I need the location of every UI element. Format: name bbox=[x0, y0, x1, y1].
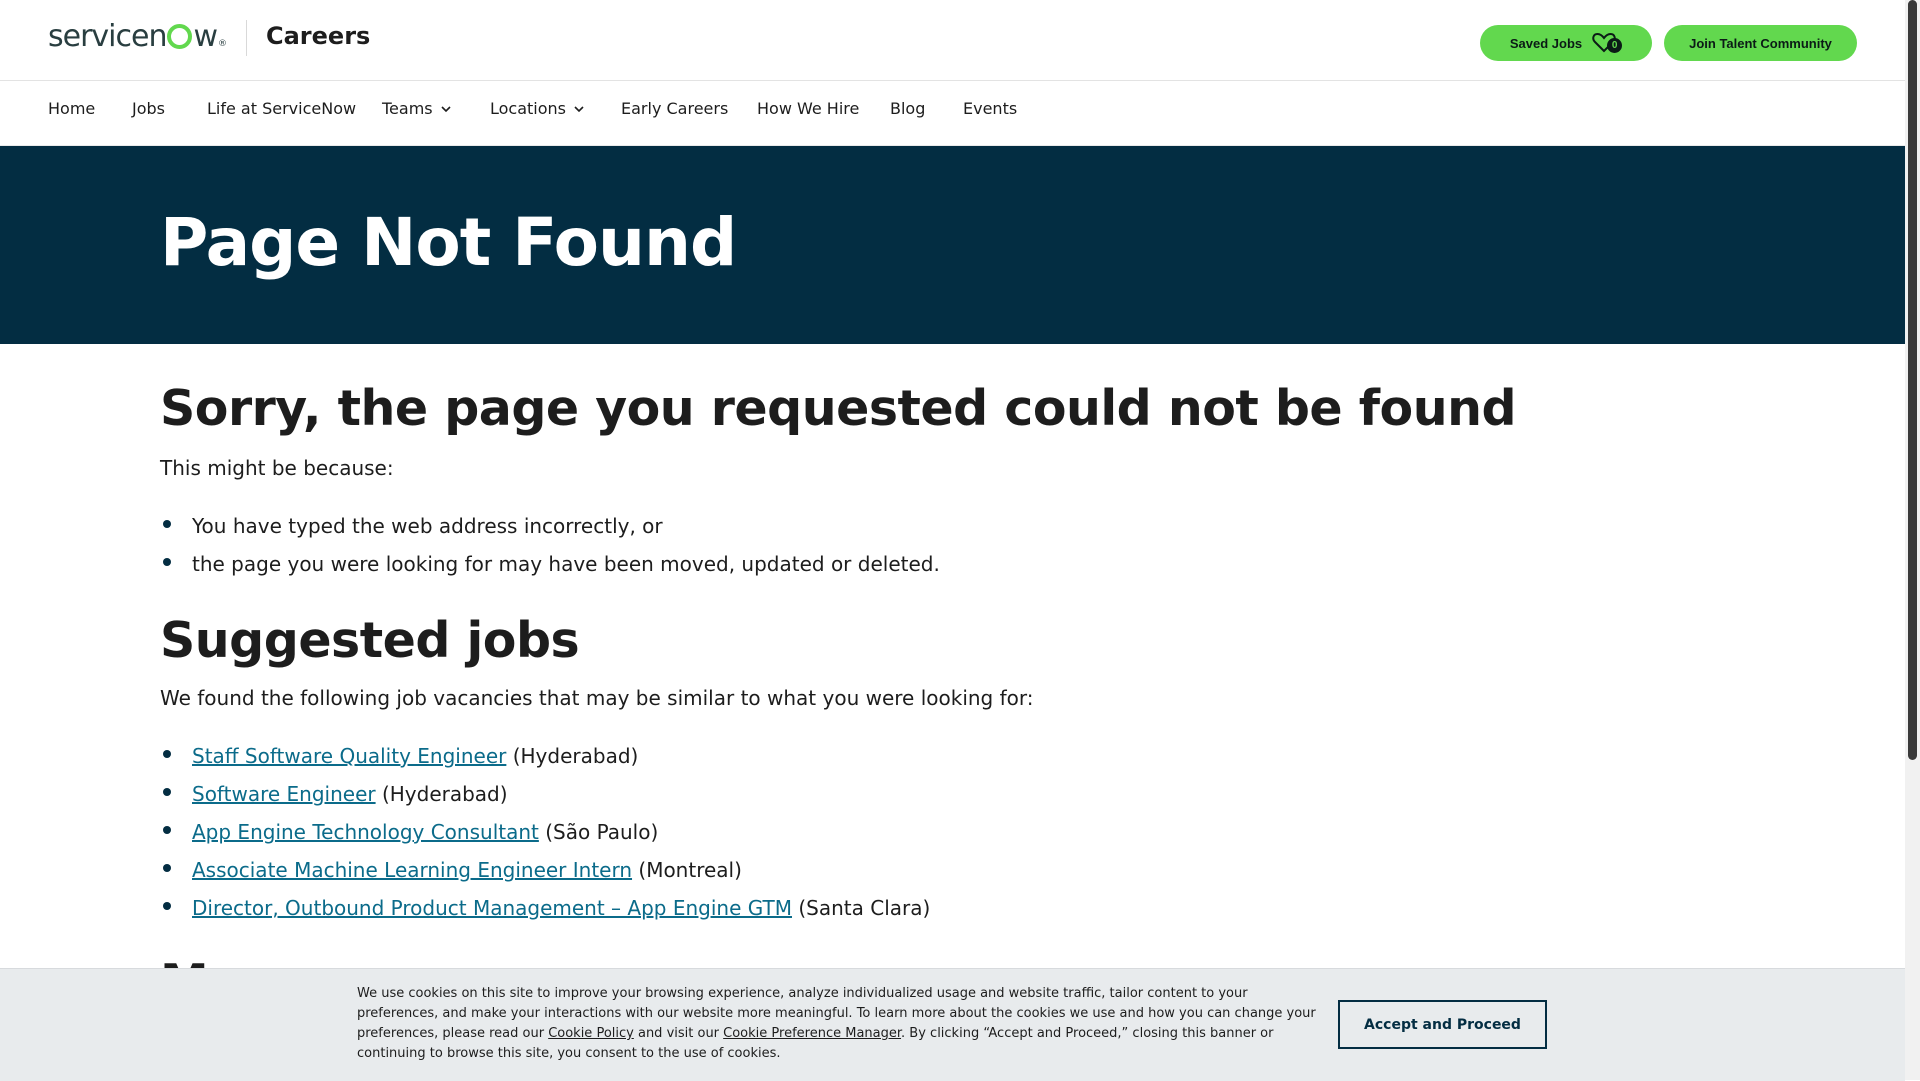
saved-jobs-label: Saved Jobs bbox=[1509, 35, 1583, 51]
bullet-icon bbox=[163, 520, 171, 528]
cookie-policy-link[interactable]: Cookie Policy bbox=[548, 1026, 634, 1041]
bullet-icon bbox=[163, 558, 171, 566]
bullet-icon bbox=[163, 902, 171, 910]
careers-title[interactable]: Careers bbox=[266, 22, 370, 50]
chevron-down-icon bbox=[574, 106, 584, 113]
cookie-message: We use cookies on this site to improve y… bbox=[357, 986, 1316, 1061]
bullet-icon bbox=[163, 826, 171, 834]
job-location: (São Paulo) bbox=[545, 820, 659, 844]
suggested-intro: We found the following job vacancies tha… bbox=[160, 686, 1034, 710]
saved-jobs-count: 0 bbox=[1607, 38, 1623, 53]
job-link[interactable]: Staff Software Quality Engineer bbox=[192, 744, 506, 768]
page-title: Page Not Found bbox=[160, 204, 737, 281]
cookie-banner: We use cookies on this site to improve y… bbox=[0, 968, 1905, 1081]
bullet-icon bbox=[163, 864, 171, 872]
nav-item-jobs[interactable]: Jobs bbox=[132, 81, 165, 137]
suggested-jobs-heading: Suggested jobs bbox=[160, 612, 580, 669]
cookie-preference-manager-link[interactable]: Cookie Preference Manager bbox=[723, 1026, 901, 1041]
heart-icon: 0 bbox=[1592, 31, 1623, 55]
nav-item-locations[interactable]: Locations bbox=[490, 81, 584, 137]
job-location: (Santa Clara) bbox=[798, 896, 931, 920]
reason-intro: This might be because: bbox=[160, 456, 394, 480]
nav-item-life-at-servicenow[interactable]: Life at ServiceNow bbox=[207, 81, 356, 137]
nav-item-early-careers[interactable]: Early Careers bbox=[621, 81, 728, 137]
job-location: (Hyderabad) bbox=[512, 744, 639, 768]
logo-divider bbox=[246, 20, 247, 56]
nav-item-events[interactable]: Events bbox=[963, 81, 1017, 137]
nav-item-teams[interactable]: Teams bbox=[382, 81, 451, 137]
bullet-icon bbox=[163, 750, 171, 758]
servicenow-logo[interactable]: servicen w ® bbox=[48, 18, 227, 54]
logo-o-glyph bbox=[167, 23, 193, 49]
logo-wordmark: servicen w bbox=[48, 18, 218, 54]
hero-banner: Page Not Found bbox=[0, 146, 1905, 344]
job-link[interactable]: Director, Outbound Product Management – … bbox=[192, 896, 792, 920]
nav-item-how-we-hire[interactable]: How We Hire bbox=[757, 81, 859, 137]
job-link[interactable]: Associate Machine Learning Engineer Inte… bbox=[192, 858, 632, 882]
nav-item-blog[interactable]: Blog bbox=[890, 81, 925, 137]
page-scrollbar[interactable] bbox=[1905, 0, 1920, 1080]
job-location: (Montreal) bbox=[638, 858, 742, 882]
bullet-icon bbox=[163, 788, 171, 796]
nav-item-home[interactable]: Home bbox=[48, 81, 95, 137]
job-location: (Hyderabad) bbox=[381, 782, 508, 806]
main-nav: Home Jobs Life at ServiceNow Teams Locat… bbox=[0, 81, 1905, 146]
saved-jobs-button[interactable]: Saved Jobs 0 bbox=[1480, 25, 1652, 61]
site-header: servicen w ® Careers Saved Jobs 0 Join Tal… bbox=[0, 0, 1905, 81]
chevron-down-icon bbox=[441, 106, 451, 113]
job-link[interactable]: App Engine Technology Consultant bbox=[192, 820, 539, 844]
accept-and-proceed-button[interactable]: Accept and Proceed bbox=[1338, 1000, 1547, 1049]
join-talent-community-button[interactable]: Join Talent Community bbox=[1664, 25, 1857, 61]
error-heading: Sorry, the page you requested could not … bbox=[160, 380, 1517, 437]
scrollbar-thumb[interactable] bbox=[1908, 0, 1917, 760]
job-link[interactable]: Software Engineer bbox=[192, 782, 376, 806]
